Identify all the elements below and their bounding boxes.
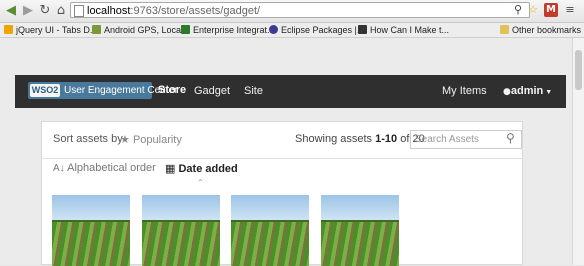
user-menu[interactable]: ●admin ▼ <box>503 85 552 97</box>
paging-status: Showing assets 1-10 of 20 <box>295 133 425 145</box>
sort-alpha-icon: A↓ <box>53 163 65 174</box>
asset-thumbnail[interactable] <box>321 195 399 266</box>
bookmark-favicon-icon <box>269 25 278 34</box>
wso2-logo: WSO2 <box>30 84 60 97</box>
folder-icon <box>500 25 509 34</box>
user-name: admin <box>510 85 544 97</box>
thumbnail-field <box>321 222 399 266</box>
bookmark-3[interactable]: Eclipse Packages |... <box>269 24 364 36</box>
alphabetical-label: Alphabetical order <box>67 162 156 174</box>
bookmark-0[interactable]: jQuery UI - Tabs D... <box>4 24 97 36</box>
back-icon[interactable]: ◀ <box>3 3 19 19</box>
wrench-icon[interactable]: ≡ <box>563 3 577 17</box>
paging-range: 1-10 <box>375 133 398 145</box>
store-label[interactable]: Store <box>158 84 186 96</box>
calendar-icon: ▦ <box>165 162 176 175</box>
bookmark-favicon-icon <box>4 25 13 34</box>
paging-of: of <box>400 133 410 145</box>
bookmark-2[interactable]: Enterprise Integrat... <box>181 24 275 36</box>
sort-label: Sort assets by <box>53 133 123 145</box>
bookmarks-bar: jQuery UI - Tabs D... Android GPS, Loca.… <box>0 23 584 38</box>
url-path: :9763/store/assets/gadget/ <box>130 5 261 17</box>
thumbnail-sky <box>321 195 399 222</box>
bookmark-label: Enterprise Integrat... <box>193 25 275 35</box>
bookmark-favicon-icon <box>92 25 101 34</box>
nav-gadget[interactable]: Gadget <box>194 85 230 97</box>
active-sort-indicator-icon: ⌃ <box>197 178 204 187</box>
page-icon <box>74 5 84 17</box>
popularity-label: Popularity <box>132 134 182 146</box>
paging-prefix: Showing assets <box>295 133 373 145</box>
user-icon: ● <box>503 87 511 97</box>
thumbnail-field <box>52 222 130 266</box>
divider <box>42 158 522 159</box>
assets-panel: Sort assets by ★ Popularity Showing asse… <box>41 121 523 266</box>
sort-popularity[interactable]: ★ Popularity <box>120 133 182 146</box>
bookmark-4[interactable]: How Can I Make t... <box>358 24 449 36</box>
other-bookmarks[interactable]: Other bookmarks <box>500 24 581 36</box>
bookmark-favicon-icon <box>358 25 367 34</box>
date-added-label: Date added <box>178 163 238 175</box>
bookmark-label: Android GPS, Loca... <box>104 25 189 35</box>
search-icon[interactable]: ⚲ <box>506 131 520 145</box>
reload-icon[interactable]: ↻ <box>37 3 53 19</box>
gmail-icon[interactable]: M <box>544 3 558 17</box>
sort-alphabetical[interactable]: A↓ Alphabetical order <box>53 162 156 174</box>
bookmark-favicon-icon <box>181 25 190 34</box>
asset-thumbnail[interactable] <box>52 195 130 266</box>
address-bar[interactable]: localhost:9763/store/assets/gadget/ <box>70 2 530 18</box>
browser-window: ◀ ▶ ↻ ⌂ localhost:9763/store/assets/gadg… <box>0 0 584 266</box>
bookmark-star-icon[interactable]: ☆ <box>526 3 540 17</box>
thumbnail-sky <box>52 195 130 222</box>
bookmark-1[interactable]: Android GPS, Loca... <box>92 24 189 36</box>
browser-toolbar: ◀ ▶ ↻ ⌂ localhost:9763/store/assets/gadg… <box>0 0 584 23</box>
forward-icon[interactable]: ▶ <box>20 3 36 19</box>
sort-date-added[interactable]: ▦ Date added <box>165 162 238 175</box>
thumbnail-field <box>231 222 309 266</box>
bookmark-label: How Can I Make t... <box>370 25 450 35</box>
bookmark-label: Eclipse Packages |... <box>281 25 365 35</box>
thumbnail-field <box>142 222 220 266</box>
thumbnail-sky <box>142 195 220 222</box>
url-host: localhost <box>87 5 131 17</box>
my-items-link[interactable]: My Items <box>442 85 487 97</box>
asset-thumbnail[interactable] <box>231 195 309 266</box>
bookmark-label: jQuery UI - Tabs D... <box>16 25 98 35</box>
zoom-icon[interactable]: ⚲ <box>511 3 525 17</box>
caret-down-icon: ▼ <box>543 89 553 96</box>
asset-thumbnail[interactable] <box>142 195 220 266</box>
nav-site[interactable]: Site <box>244 85 263 97</box>
scrollbar[interactable] <box>572 38 584 265</box>
other-bookmarks-label: Other bookmarks <box>512 25 582 35</box>
store-navbar: WSO2 User Engagement Center Store Gadget… <box>15 75 566 108</box>
brand-logo[interactable]: WSO2 User Engagement Center <box>28 82 177 99</box>
scrollbar-thumb[interactable] <box>575 50 582 90</box>
thumbnail-sky <box>231 195 309 222</box>
home-icon[interactable]: ⌂ <box>53 3 69 19</box>
star-icon: ★ <box>120 133 130 146</box>
